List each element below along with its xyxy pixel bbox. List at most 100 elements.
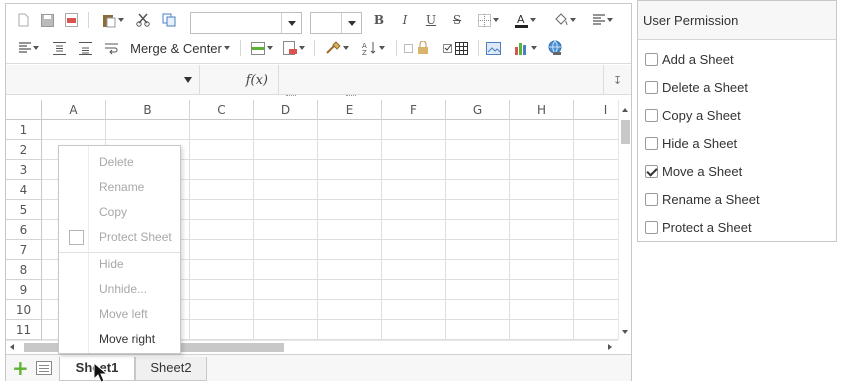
insert-picture-icon[interactable] — [484, 38, 502, 58]
hide-sheet-checkbox[interactable] — [645, 136, 658, 150]
copy-icon[interactable] — [161, 10, 177, 30]
merge-center-button[interactable]: Merge & Center — [128, 38, 232, 58]
rename-sheet-checkbox[interactable] — [645, 192, 658, 206]
grid-line — [189, 120, 190, 340]
strikethrough-icon[interactable]: S — [450, 10, 464, 30]
cut-icon[interactable] — [135, 10, 151, 30]
column-header-f[interactable]: F — [382, 100, 446, 120]
menu-item-move-left: Move left — [99, 307, 148, 321]
vertical-scrollbar[interactable] — [618, 100, 631, 340]
align-bottom-icon[interactable] — [78, 38, 92, 58]
menu-item-protect-sheet: Protect Sheet — [59, 225, 180, 249]
fill-color-icon[interactable] — [549, 10, 579, 30]
grid-line — [445, 120, 446, 340]
align-left-icon[interactable] — [16, 38, 42, 58]
format-painter-icon[interactable] — [322, 38, 352, 58]
sort-filter-icon[interactable]: AZ — [358, 38, 388, 58]
toolbar-separator — [396, 40, 397, 56]
chevron-down-icon[interactable] — [341, 13, 361, 33]
permission-delete-sheet[interactable]: Delete a Sheet — [645, 77, 748, 97]
permission-rename-sheet[interactable]: Rename a Sheet — [645, 189, 760, 209]
menu-item-protect-sheet-label: Protect Sheet — [99, 230, 172, 244]
sheet-list-icon[interactable] — [36, 361, 52, 375]
name-box[interactable] — [8, 68, 198, 92]
permission-add-sheet[interactable]: Add a Sheet — [645, 49, 734, 69]
row-header-5[interactable]: 5 — [6, 200, 42, 220]
font-name-select[interactable] — [190, 12, 302, 34]
insert-row-icon[interactable] — [248, 38, 276, 58]
pdf-export-icon[interactable] — [64, 10, 78, 30]
protect-sheet-checkbox[interactable] — [645, 220, 658, 234]
underline-icon[interactable]: U — [424, 10, 438, 30]
bold-icon[interactable]: B — [372, 10, 386, 30]
grid-line — [573, 120, 574, 340]
column-header-h[interactable]: H — [510, 100, 574, 120]
permission-copy-sheet[interactable]: Copy a Sheet — [645, 105, 741, 125]
move-sheet-label: Move a Sheet — [662, 163, 743, 179]
column-header-g[interactable]: G — [446, 100, 510, 120]
chevron-down-icon[interactable] — [281, 13, 301, 33]
mouse-cursor-icon — [93, 362, 109, 383]
delete-sheet-checkbox[interactable] — [645, 80, 658, 94]
column-header-e[interactable]: E — [318, 100, 382, 120]
function-button[interactable]: f(x) — [199, 65, 279, 95]
font-size-select[interactable] — [310, 12, 362, 34]
font-color-icon[interactable]: A — [511, 10, 539, 30]
border-icon[interactable] — [474, 10, 502, 30]
permission-protect-sheet[interactable]: Protect a Sheet — [645, 217, 752, 237]
add-sheet-icon[interactable]: + — [12, 358, 29, 378]
row-header-10[interactable]: 10 — [6, 300, 42, 320]
column-header-b[interactable]: B — [106, 100, 190, 120]
toolbar-separator — [478, 40, 479, 56]
wrap-text-icon[interactable] — [104, 38, 118, 58]
paste-icon[interactable] — [98, 10, 128, 30]
row-header-3[interactable]: 3 — [6, 160, 42, 180]
splitter-handle[interactable] — [346, 95, 356, 99]
sheet-tab-sheet2[interactable]: Sheet2 — [135, 357, 207, 381]
expand-formula-icon[interactable]: ↧ — [603, 65, 631, 95]
vertical-scroll-thumb[interactable] — [621, 120, 630, 144]
scroll-right-icon[interactable] — [608, 344, 612, 350]
permission-move-sheet[interactable]: Move a Sheet — [645, 161, 742, 181]
new-file-icon[interactable] — [16, 10, 30, 30]
text-align-icon[interactable] — [589, 10, 617, 30]
scroll-left-icon[interactable] — [10, 344, 14, 350]
save-icon[interactable] — [40, 10, 54, 30]
chevron-down-icon[interactable] — [184, 77, 192, 83]
copy-sheet-checkbox[interactable] — [645, 108, 658, 122]
delete-row-icon[interactable] — [280, 38, 308, 58]
scroll-down-icon[interactable] — [622, 330, 628, 334]
corner-select-all[interactable] — [6, 100, 42, 120]
add-sheet-checkbox[interactable] — [645, 52, 658, 66]
rename-sheet-label: Rename a Sheet — [662, 191, 760, 207]
menu-item-move-right[interactable]: Move right — [59, 327, 180, 351]
row-header-7[interactable]: 7 — [6, 240, 42, 260]
permission-hide-sheet[interactable]: Hide a Sheet — [645, 133, 737, 153]
move-sheet-checkbox[interactable] — [645, 164, 658, 178]
scroll-up-icon[interactable] — [622, 108, 628, 112]
svg-text:Z: Z — [362, 49, 367, 55]
formula-input[interactable] — [280, 65, 600, 95]
row-header-6[interactable]: 6 — [6, 220, 42, 240]
row-header-1[interactable]: 1 — [6, 120, 42, 140]
column-header-d[interactable]: D — [254, 100, 318, 120]
row-header-2[interactable]: 2 — [6, 140, 42, 160]
insert-chart-icon[interactable] — [510, 38, 540, 58]
menu-item-delete: Delete — [99, 155, 134, 169]
row-header-11[interactable]: 11 — [6, 320, 42, 340]
menu-item-copy: Copy — [99, 205, 128, 219]
column-header-c[interactable]: C — [190, 100, 254, 120]
lock-cell-icon[interactable] — [402, 38, 434, 58]
gridlines-icon[interactable] — [442, 38, 470, 58]
align-middle-icon[interactable] — [52, 38, 66, 58]
row-header-8[interactable]: 8 — [6, 260, 42, 280]
column-header-a[interactable]: A — [42, 100, 106, 120]
row-header-4[interactable]: 4 — [6, 180, 42, 200]
svg-text:A: A — [517, 13, 525, 26]
column-header-i[interactable]: I — [574, 100, 618, 120]
hide-sheet-label: Hide a Sheet — [662, 135, 738, 151]
hyperlink-icon[interactable] — [546, 38, 564, 58]
splitter-handle[interactable] — [286, 95, 296, 99]
row-header-9[interactable]: 9 — [6, 280, 42, 300]
italic-icon[interactable]: I — [398, 10, 412, 30]
